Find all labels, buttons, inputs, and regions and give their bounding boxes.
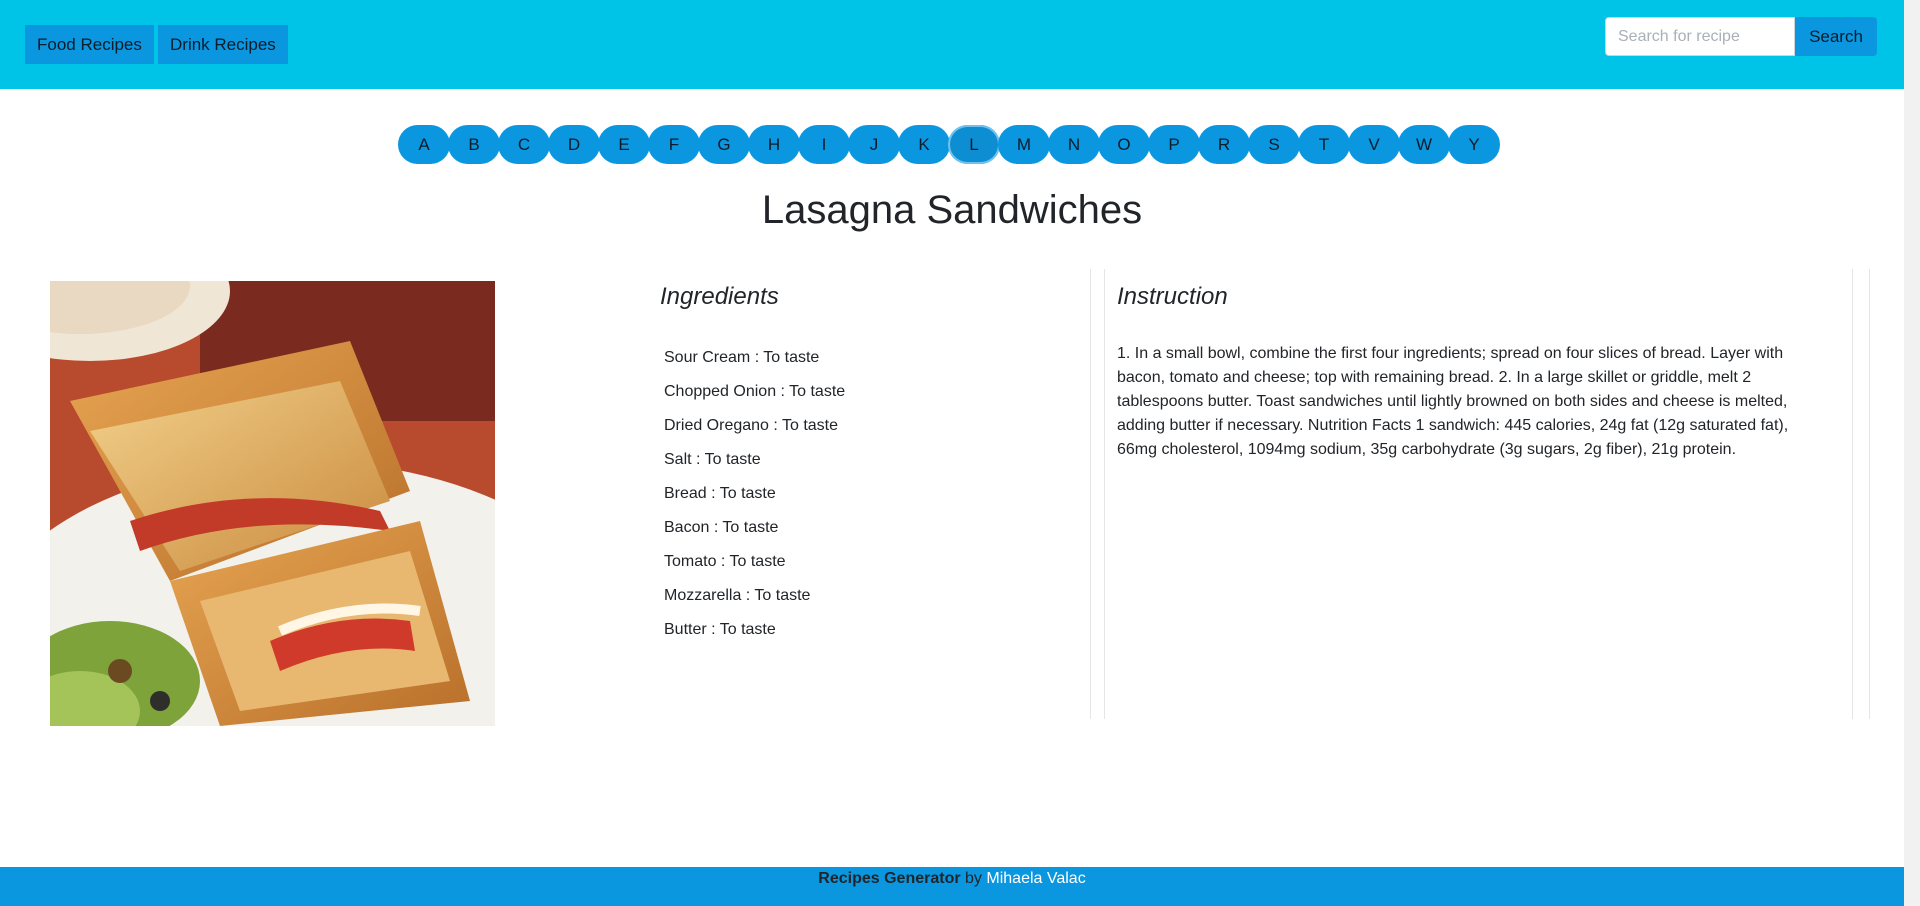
- ingredient-item: Bread : To taste: [664, 485, 776, 502]
- letter-button-g[interactable]: G: [698, 125, 750, 164]
- footer-by: by: [965, 870, 982, 887]
- letter-button-l[interactable]: L: [948, 125, 1000, 164]
- letter-button-c[interactable]: C: [498, 125, 550, 164]
- letter-button-y[interactable]: Y: [1448, 125, 1500, 164]
- instruction-panel: [1104, 269, 1853, 719]
- letter-button-a[interactable]: A: [398, 125, 450, 164]
- letter-button-n[interactable]: N: [1048, 125, 1100, 164]
- search-input[interactable]: [1605, 17, 1795, 56]
- letter-button-j[interactable]: J: [848, 125, 900, 164]
- letter-button-v[interactable]: V: [1348, 125, 1400, 164]
- footer: Recipes Generator by Mihaela Valac: [0, 867, 1904, 906]
- letter-button-i[interactable]: I: [798, 125, 850, 164]
- ingredients-list: Sour Cream : To taste Chopped Onion : To …: [664, 348, 845, 654]
- ingredient-item: Bacon : To taste: [664, 519, 779, 536]
- footer-brand: Recipes Generator: [818, 870, 961, 887]
- letter-button-d[interactable]: D: [548, 125, 600, 164]
- ingredient-item: Chopped Onion : To taste: [664, 383, 846, 400]
- food-recipes-button[interactable]: Food Recipes: [25, 25, 154, 64]
- instruction-text: 1. In a small bowl, combine the first fo…: [1117, 345, 1789, 458]
- ingredient-item: Sour Cream : To taste: [664, 349, 820, 366]
- letter-button-w[interactable]: W: [1398, 125, 1450, 164]
- sandwich-photo: [50, 281, 495, 726]
- ingredient-item: Salt : To taste: [664, 451, 761, 468]
- letter-button-f[interactable]: F: [648, 125, 700, 164]
- letter-filter-bar: ABCDEFGHIJKLMNOPRSTVWY: [398, 125, 1500, 164]
- letter-button-r[interactable]: R: [1198, 125, 1250, 164]
- letter-button-k[interactable]: K: [898, 125, 950, 164]
- scrollbar[interactable]: [1904, 0, 1920, 906]
- letter-button-s[interactable]: S: [1248, 125, 1300, 164]
- recipe-title: Lasagna Sandwiches: [761, 188, 1143, 232]
- ingredient-item: Butter : To taste: [664, 621, 776, 638]
- recipe-image: [50, 281, 495, 726]
- instruction-heading: Instruction: [1117, 283, 1228, 310]
- drink-recipes-button[interactable]: Drink Recipes: [158, 25, 288, 64]
- author-link[interactable]: Mihaela Valac: [986, 870, 1085, 887]
- ingredient-item: Dried Oregano : To taste: [664, 417, 839, 434]
- letter-button-h[interactable]: H: [748, 125, 800, 164]
- letter-button-o[interactable]: O: [1098, 125, 1150, 164]
- top-navbar: Food Recipes Drink Recipes Search: [0, 0, 1904, 89]
- ingredients-heading: Ingredients: [660, 283, 779, 310]
- ingredient-item: Mozzarella : To taste: [664, 587, 811, 604]
- ingredient-item: Tomato : To taste: [664, 553, 786, 570]
- letter-button-m[interactable]: M: [998, 125, 1050, 164]
- letter-button-e[interactable]: E: [598, 125, 650, 164]
- letter-button-p[interactable]: P: [1148, 125, 1200, 164]
- letter-button-b[interactable]: B: [448, 125, 500, 164]
- search-button[interactable]: Search: [1795, 17, 1877, 56]
- search-form: Search: [1605, 17, 1877, 56]
- letter-button-t[interactable]: T: [1298, 125, 1350, 164]
